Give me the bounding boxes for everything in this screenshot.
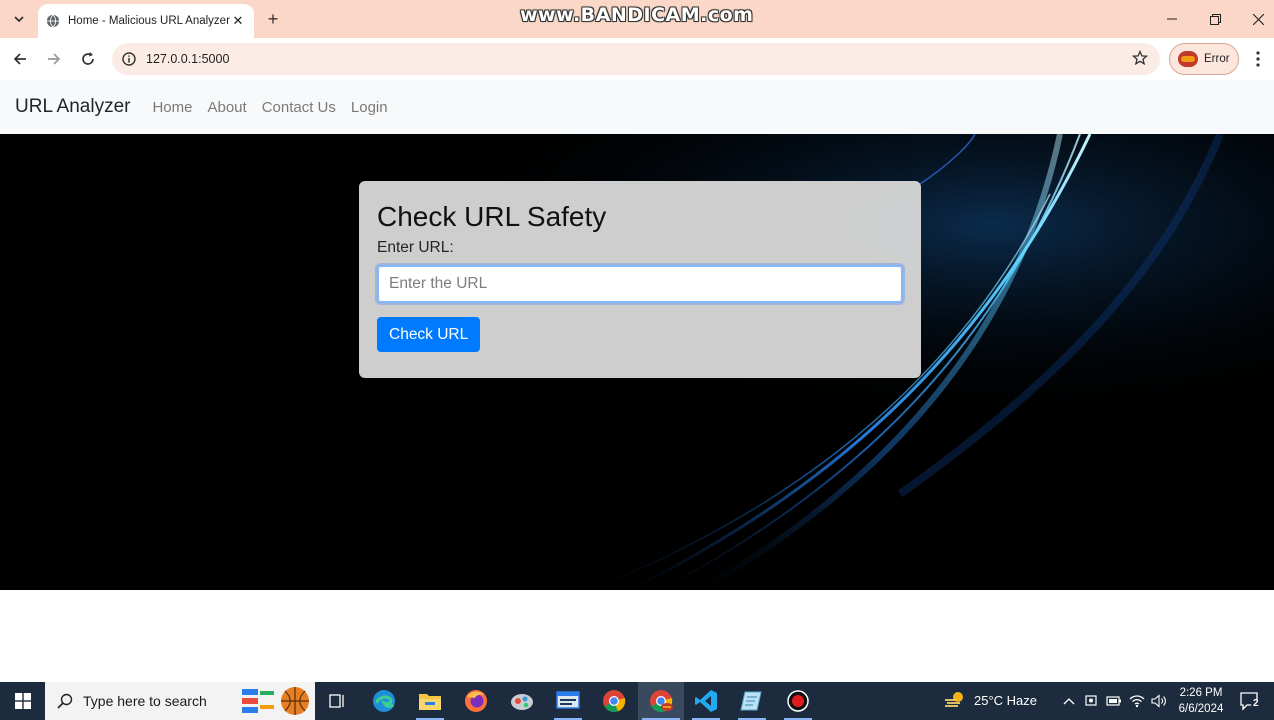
tab-title: Home - Malicious URL Analyzer [68,15,230,27]
clock-time: 2:26 PM [1179,687,1223,699]
site-navbar: URL Analyzer Home About Contact Us Login [0,80,1274,134]
url-field-label: Enter URL: [377,239,454,256]
notes-app-icon [740,691,762,711]
app-taskbar-button[interactable] [508,687,536,715]
minimize-icon [1167,18,1177,20]
profile-avatar [1178,51,1198,67]
tray-app-icon-button[interactable] [1084,693,1100,709]
edge-taskbar-button[interactable] [370,687,398,715]
search-highlight-icon [242,687,309,715]
browser-toolbar: 127.0.0.1:5000 Error [0,38,1274,80]
volume-tray-button[interactable] [1151,693,1167,709]
clock-date: 6/6/2024 [1178,703,1224,715]
chrome-taskbar-button[interactable] [600,687,628,715]
nav-link-home[interactable]: Home [152,99,192,116]
show-hidden-icons-button[interactable] [1061,693,1077,709]
restore-icon [1209,13,1221,25]
browser-tab-active[interactable]: Home - Malicious URL Analyzer ✕ [38,4,254,38]
new-tab-button[interactable]: + [262,8,284,30]
folder-icon [419,694,441,710]
meet-now-icon [1085,695,1097,706]
record-icon [787,690,809,712]
nav-link-about[interactable]: About [207,99,246,116]
back-button[interactable] [8,47,32,71]
address-bar[interactable]: 127.0.0.1:5000 [112,43,1160,75]
nav-link-contact[interactable]: Contact Us [262,99,336,116]
weather-text: 25°C Haze [974,692,1038,708]
chrome-profile-icon [650,690,673,713]
chrome-profile-taskbar-button[interactable] [647,687,675,715]
window-app-icon [556,691,580,709]
forward-button[interactable] [42,47,66,71]
search-placeholder: Type here to search [83,693,207,709]
nav-link-login[interactable]: Login [351,99,388,116]
bandicam-taskbar-button[interactable] [784,687,812,715]
url-check-card: Check URL Safety Enter URL: Check URL [359,181,921,378]
battery-tray-button[interactable] [1106,693,1122,709]
haze-weather-icon [945,692,963,707]
start-button[interactable] [0,682,45,720]
firefox-icon [465,690,487,712]
vscode-icon [695,690,717,712]
battery-icon [1106,696,1121,706]
close-window-button[interactable] [1243,6,1273,32]
vscode-taskbar-button[interactable] [692,687,720,715]
form-heading: Check URL Safety [377,201,607,232]
network-tray-button[interactable] [1129,693,1145,709]
hero-section: Check URL Safety Enter URL: Check URL [0,134,1274,590]
task-view-button[interactable] [323,687,351,715]
address-text[interactable]: 127.0.0.1:5000 [146,52,229,66]
tab-search-button[interactable] [6,7,32,31]
file-explorer-taskbar-button[interactable] [416,687,444,715]
recording-watermark: www.BANDICAM.com [520,4,754,26]
chrome-icon [603,690,626,713]
minimize-button[interactable] [1157,6,1187,32]
close-icon [1252,13,1264,25]
plus-icon: + [267,8,279,29]
globe-icon [46,14,60,28]
notification-center-button[interactable]: 2 [1238,689,1264,713]
wifi-icon [1129,695,1145,708]
edge-icon [373,690,395,712]
search-icon [57,693,73,709]
arrow-left-icon [13,53,26,65]
browser-tab-strip: Home - Malicious URL Analyzer ✕ + www.BA… [0,0,1274,38]
firefox-taskbar-button[interactable] [462,687,490,715]
chevron-up-icon [1063,698,1075,705]
notification-icon [1240,692,1263,712]
chevron-down-icon [14,16,24,23]
reload-icon [82,52,94,65]
bookmark-star-icon[interactable] [1132,50,1148,66]
url-input[interactable] [377,265,903,303]
app-icon [511,694,533,710]
weather-widget[interactable]: 25°C Haze [944,691,1037,709]
task-view-icon [329,694,344,708]
restore-button[interactable] [1200,6,1230,32]
notification-count: 2 [1253,698,1259,709]
reload-button[interactable] [76,47,100,71]
app-taskbar-button-2[interactable] [554,687,582,715]
windows-logo-icon [14,693,31,709]
taskbar-clock[interactable]: 2:26 PM 6/6/2024 [1170,685,1232,717]
arrow-right-icon [48,53,61,65]
windows-taskbar: Type here to search 25°C Haze 2:26 PM 6/… [0,682,1274,720]
site-info-icon[interactable] [122,52,136,66]
browser-menu-button[interactable] [1248,48,1268,70]
navbar-brand[interactable]: URL Analyzer [15,96,130,118]
tab-close-icon[interactable]: ✕ [230,13,246,29]
more-vertical-icon [1256,51,1260,67]
check-url-button[interactable]: Check URL [377,317,481,352]
speaker-icon [1151,694,1166,708]
notes-app-taskbar-button[interactable] [738,687,766,715]
profile-error-button[interactable]: Error [1169,43,1239,75]
profile-status-label: Error [1204,53,1230,65]
